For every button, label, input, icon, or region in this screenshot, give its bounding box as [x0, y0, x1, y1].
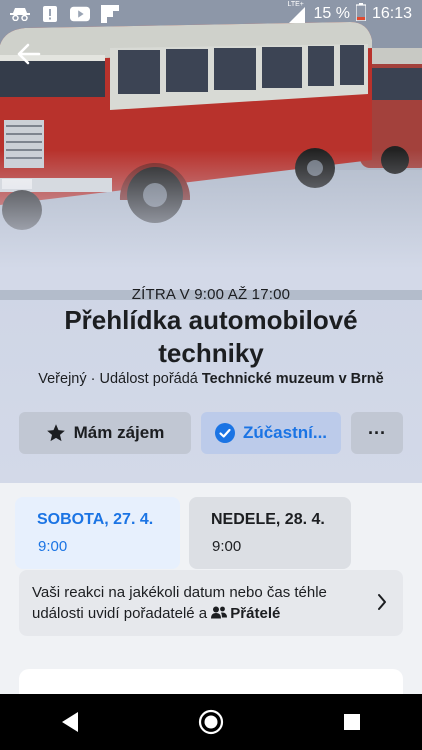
event-time: ZÍTRA V 9:00 AŽ 17:00	[131, 286, 291, 303]
reaction-visibility-notice[interactable]: Vaši reakci na jakékoli datum nebo čas t…	[19, 570, 403, 636]
date-option-sunday[interactable]: NEDELE, 28. 4. 9:00	[189, 497, 351, 569]
battery-icon	[355, 2, 367, 26]
date-time: 9:00	[212, 538, 242, 555]
incognito-icon	[10, 6, 30, 22]
going-label: Zúčastní...	[242, 423, 328, 442]
date-day: NEDELE, 28. 4.	[211, 511, 325, 528]
triangle-back-icon	[62, 712, 79, 732]
youtube-icon	[70, 6, 90, 22]
date-option-saturday[interactable]: SOBOTA, 27. 4. 9:00	[15, 497, 180, 569]
circle-home-icon	[198, 709, 224, 735]
nav-back-button[interactable]	[40, 694, 100, 750]
event-host-line: Veřejný · Událost pořádá Technické muzeu…	[0, 371, 422, 387]
more-options-button[interactable]: ···	[351, 412, 403, 454]
flipboard-icon	[100, 5, 120, 23]
navigation-bar	[0, 694, 422, 750]
notice-text: Vaši reakci na jakékoli datum nebo čas t…	[32, 584, 327, 622]
clock: 16:13	[371, 5, 412, 22]
cover-fade	[0, 150, 422, 290]
date-day: SOBOTA, 27. 4.	[37, 511, 154, 528]
event-host-link[interactable]: Technické muzeum v Brně	[202, 371, 384, 387]
nav-recents-button[interactable]	[322, 694, 382, 750]
more-icon: ···	[368, 422, 386, 443]
check-circle-icon	[214, 423, 235, 443]
interested-label: Mám zájem	[73, 423, 165, 442]
arrow-left-icon	[17, 43, 41, 65]
status-bar: LTE+ 15 % 16:13	[0, 0, 422, 28]
alert-icon	[40, 6, 60, 22]
event-title: Přehlídka automobilové techniky	[64, 305, 358, 368]
date-time: 9:00	[38, 538, 68, 555]
going-button[interactable]: Zúčastní...	[201, 412, 341, 454]
event-cover	[0, 0, 422, 483]
interested-button[interactable]: Mám zájem	[19, 412, 191, 454]
notice-audience: Přátelé	[230, 605, 281, 622]
signal-icon: LTE+	[287, 1, 307, 23]
chevron-right-icon	[378, 594, 386, 610]
star-icon	[46, 424, 65, 442]
event-privacy: Veřejný · Událost pořádá	[38, 371, 202, 387]
back-button[interactable]	[10, 38, 46, 70]
battery-level: 15 %	[313, 5, 350, 22]
friends-icon	[211, 606, 228, 619]
square-recents-icon	[343, 714, 360, 730]
nav-home-button[interactable]	[181, 694, 241, 750]
